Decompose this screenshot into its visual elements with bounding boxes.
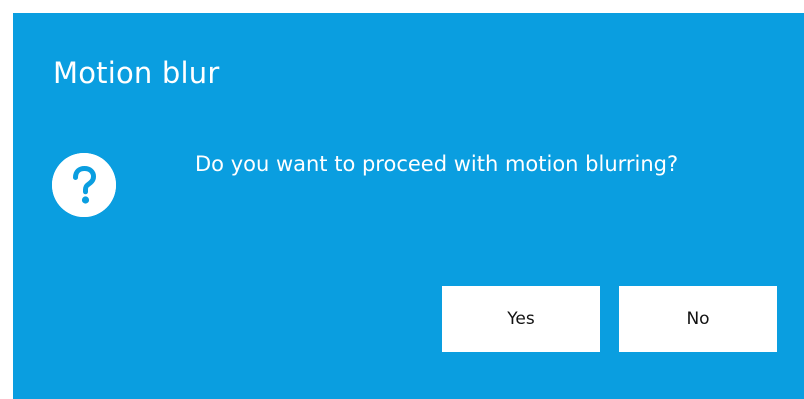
yes-button[interactable]: Yes <box>442 286 600 352</box>
dialog: Motion blur Do you want to proceed with … <box>13 13 804 399</box>
question-icon <box>52 153 116 217</box>
no-button[interactable]: No <box>619 286 777 352</box>
dialog-message: Do you want to proceed with motion blurr… <box>195 152 679 176</box>
dialog-title: Motion blur <box>53 56 220 90</box>
